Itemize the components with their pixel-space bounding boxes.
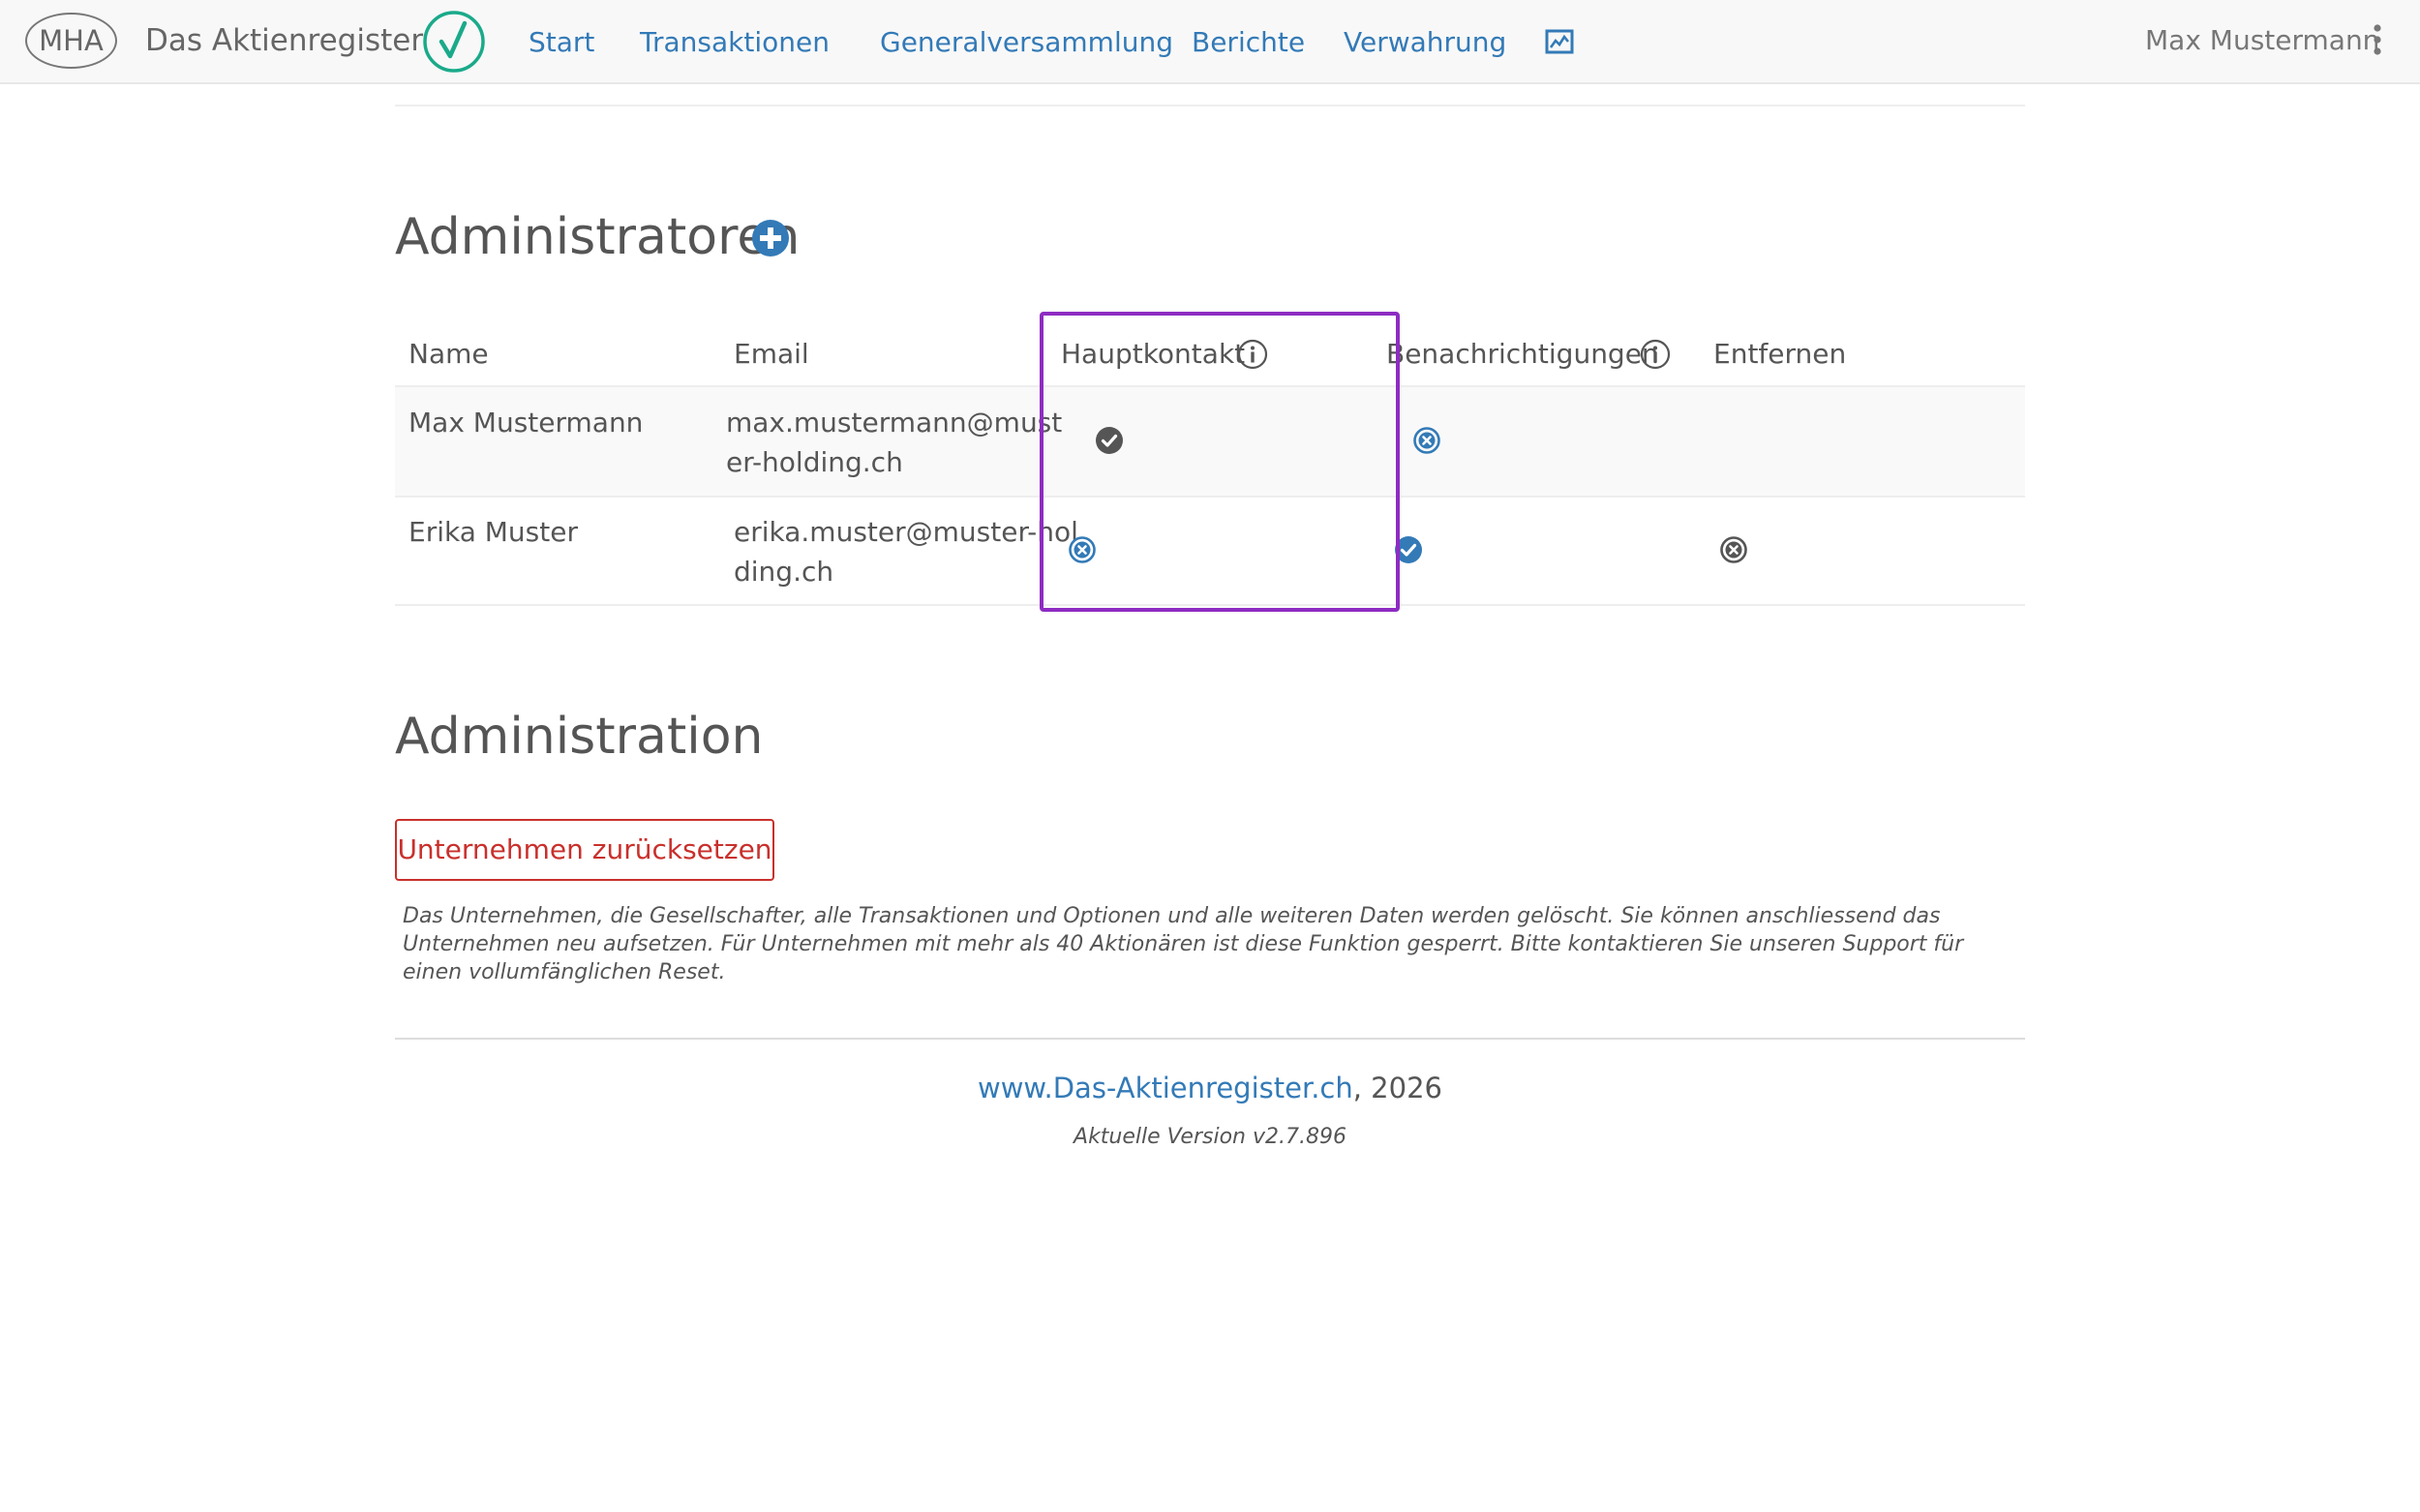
app-version: Aktuelle Version v2.7.896 <box>1074 1125 1346 1149</box>
chart-icon[interactable] <box>1545 29 1574 54</box>
remove-admin-icon[interactable] <box>1719 535 1748 564</box>
user-menu-name[interactable]: Max Mustermann <box>2145 21 2379 60</box>
admin-name: Erika Muster <box>408 516 578 548</box>
nav-berichte[interactable]: Berichte <box>1192 23 1305 62</box>
admin-email: max.mustermann@muster-holding.ch <box>726 407 1063 478</box>
footer-year: , 2026 <box>1352 1072 1442 1104</box>
brand-title[interactable]: Das Aktienregister <box>145 19 423 62</box>
website-link[interactable]: www.Das-Aktienregister.ch <box>978 1072 1353 1104</box>
company-logo[interactable]: MHA <box>25 13 117 69</box>
column-header-email: Email <box>734 338 809 370</box>
info-icon[interactable] <box>1237 339 1268 370</box>
reset-company-button[interactable]: Unternehmen zurücksetzen <box>395 819 774 881</box>
column-header-benachrichtigungen: Benachrichtigungen <box>1386 338 1659 370</box>
column-header-hauptkontakt: Hauptkontakt <box>1061 338 1246 370</box>
footer-divider <box>395 1038 2025 1040</box>
reset-description: Das Unternehmen, die Gesellschafter, all… <box>403 904 1964 984</box>
previous-table-row-border <box>395 105 2025 106</box>
admin-name: Max Mustermann <box>408 407 644 438</box>
nav-transaktionen[interactable]: Transaktionen <box>640 23 830 62</box>
table-row <box>395 496 2025 606</box>
add-admin-icon[interactable] <box>751 219 790 257</box>
x-circle-blue-icon[interactable] <box>1412 426 1441 455</box>
check-gray-icon[interactable] <box>1095 426 1124 455</box>
admins-heading: Administratoren <box>395 208 801 266</box>
administration-heading: Administration <box>395 708 764 766</box>
kebab-menu-icon[interactable] <box>2372 23 2383 56</box>
brand-check-icon <box>423 11 485 73</box>
x-circle-blue-icon[interactable] <box>1068 535 1097 564</box>
check-blue-icon[interactable] <box>1394 535 1423 564</box>
nav-generalversammlung[interactable]: Generalversammlung <box>880 23 1173 62</box>
nav-start[interactable]: Start <box>529 23 594 62</box>
column-header-entfernen: Entfernen <box>1713 338 1847 370</box>
column-header-name: Name <box>408 338 489 370</box>
navbar: MHA Das Aktienregister Start Transaktion… <box>0 0 2420 84</box>
info-icon[interactable] <box>1640 339 1671 370</box>
footer-copyright: www.Das-Aktienregister.ch, 2026 <box>0 1069 2420 1107</box>
nav-verwahrung[interactable]: Verwahrung <box>1344 23 1506 62</box>
admin-email: erika.muster@muster-holding.ch <box>734 516 1078 588</box>
